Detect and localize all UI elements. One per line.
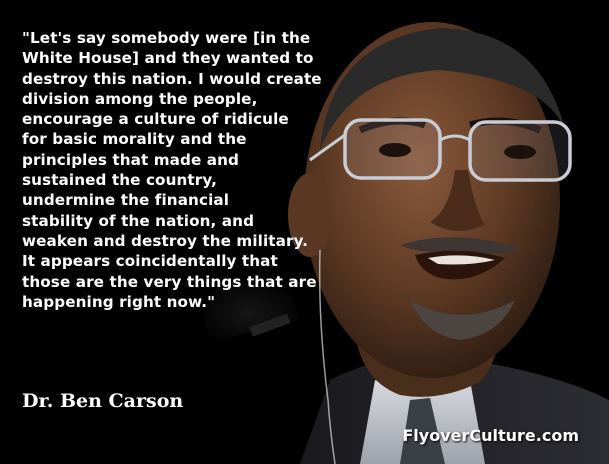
quote-line: White House] and they wanted to (22, 49, 314, 68)
quote-attribution: Dr. Ben Carson (22, 390, 184, 412)
quote-line: principles that made and (22, 150, 240, 169)
quote-line: weaken and destroy the military. (22, 231, 309, 250)
quote-line: sustained the country, (22, 171, 218, 190)
quote-line: undermine the financial (22, 191, 230, 210)
quote-text: "Let's say somebody were [in the White H… (22, 28, 362, 312)
quote-line: stability of the nation, and (22, 211, 255, 230)
quote-line: happening right now." (22, 292, 216, 311)
quote-line: those are the very things that are (22, 272, 317, 291)
quote-line: for basic morality and the (22, 130, 247, 149)
quote-meme: "Let's say somebody were [in the White H… (0, 0, 609, 464)
quote-line: It appears coincidentally that (22, 252, 278, 271)
site-watermark: FlyoverCulture.com (402, 426, 579, 445)
quote-line: destroy this nation. I would create (22, 69, 322, 88)
quote-line: encourage a culture of ridicule (22, 110, 289, 129)
quote-line: "Let's say somebody were [in the (22, 29, 311, 47)
quote-line: division among the people, (22, 89, 258, 108)
